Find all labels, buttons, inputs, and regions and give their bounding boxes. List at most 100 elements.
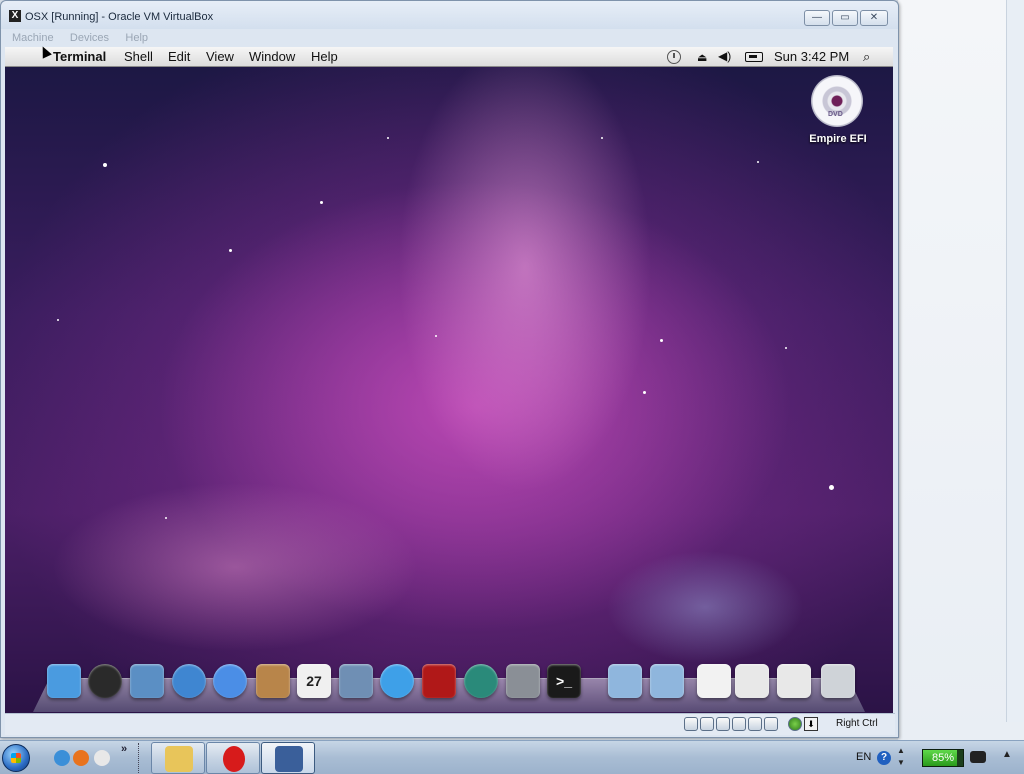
scrollbar[interactable] bbox=[1006, 0, 1024, 722]
dock-icon-glyph bbox=[339, 664, 373, 698]
star bbox=[829, 485, 834, 490]
applications-folder-icon[interactable] bbox=[608, 664, 642, 698]
restore-button[interactable]: ▭ bbox=[832, 10, 858, 26]
menu-active-app[interactable]: Terminal bbox=[53, 49, 106, 64]
menubar-clock[interactable]: Sun 3:42 PM bbox=[774, 49, 849, 64]
virtualization-icon[interactable] bbox=[764, 717, 778, 731]
optical-drive-icon[interactable] bbox=[700, 717, 714, 731]
start-button[interactable] bbox=[0, 741, 30, 774]
trash-icon[interactable] bbox=[821, 664, 855, 698]
windows-logo-icon bbox=[2, 744, 30, 772]
dock-icon-glyph: 27 bbox=[306, 673, 322, 689]
statusbar-spacer bbox=[780, 717, 786, 731]
menu-devices[interactable]: Devices bbox=[70, 30, 109, 46]
dock-icon-glyph bbox=[422, 664, 456, 698]
quick-launch-more-button[interactable]: » bbox=[121, 743, 127, 755]
star bbox=[601, 137, 603, 139]
eject-icon[interactable]: ⏏ bbox=[697, 51, 707, 64]
menu-view[interactable]: View bbox=[206, 49, 234, 64]
menu-shell[interactable]: Shell bbox=[124, 49, 153, 64]
window-titlebar[interactable]: X OSX [Running] - Oracle VM VirtualBox —… bbox=[1, 1, 898, 29]
firefox-icon[interactable] bbox=[73, 750, 89, 766]
time-machine-icon[interactable] bbox=[464, 664, 498, 698]
dvd-icon[interactable] bbox=[811, 75, 863, 127]
screenshot-icon[interactable] bbox=[735, 664, 769, 698]
virtualbox-app-icon: X bbox=[9, 10, 21, 22]
minimize-button[interactable]: — bbox=[804, 10, 830, 26]
address-book-icon[interactable] bbox=[256, 664, 290, 698]
dock-icon-glyph bbox=[213, 664, 247, 698]
internet-explorer-icon[interactable] bbox=[54, 750, 70, 766]
window-title: OSX [Running] - Oracle VM VirtualBox bbox=[25, 11, 214, 23]
dashboard-icon[interactable] bbox=[88, 664, 122, 698]
volume-icon[interactable]: ◀) bbox=[718, 49, 731, 63]
dock-icon-glyph bbox=[47, 664, 81, 698]
power-plug-icon[interactable] bbox=[970, 751, 986, 763]
tray-arrows-icon[interactable]: ▲ ▼ bbox=[897, 745, 905, 769]
help-icon[interactable]: ? bbox=[877, 751, 891, 765]
star bbox=[785, 347, 787, 349]
dock-icon-glyph bbox=[380, 664, 414, 698]
dock-icon-glyph bbox=[777, 664, 811, 698]
mouse-integration-icon[interactable] bbox=[788, 717, 802, 731]
terminal-icon[interactable]: >_ bbox=[547, 664, 581, 698]
ichat-icon[interactable] bbox=[213, 664, 247, 698]
time-machine-status-icon[interactable] bbox=[667, 50, 681, 64]
star bbox=[57, 319, 59, 321]
menu-window[interactable]: Window bbox=[249, 49, 295, 64]
star bbox=[103, 163, 107, 167]
menu-machine[interactable]: Machine bbox=[12, 30, 54, 46]
taskbar-button[interactable] bbox=[261, 742, 315, 774]
virtualbox-icon bbox=[275, 746, 303, 772]
itunes-icon[interactable] bbox=[380, 664, 414, 698]
star bbox=[660, 339, 663, 342]
hard-disk-icon[interactable] bbox=[684, 717, 698, 731]
dock-icon-glyph bbox=[608, 664, 642, 698]
language-indicator[interactable]: EN bbox=[856, 751, 871, 763]
safari-icon[interactable] bbox=[172, 664, 206, 698]
osx-menubar: Terminal Shell Edit View Window Help ⏏ ◀… bbox=[5, 47, 893, 67]
screenshot-icon[interactable] bbox=[777, 664, 811, 698]
taskbar-button[interactable] bbox=[206, 742, 260, 774]
star bbox=[643, 391, 646, 394]
vbox-menubar: Machine Devices Help bbox=[5, 30, 895, 46]
star bbox=[229, 249, 232, 252]
battery-icon[interactable] bbox=[745, 52, 763, 62]
battery-meter[interactable]: 85% bbox=[922, 749, 964, 767]
dock-icon-glyph bbox=[256, 664, 290, 698]
spotlight-search-icon[interactable]: ⌕ bbox=[863, 49, 870, 65]
mail-icon[interactable] bbox=[130, 664, 164, 698]
chat-icon[interactable] bbox=[94, 750, 110, 766]
system-preferences-icon[interactable] bbox=[506, 664, 540, 698]
shared-folders-icon[interactable] bbox=[748, 717, 762, 731]
menu-edit[interactable]: Edit bbox=[168, 49, 190, 64]
menu-help-guest[interactable]: Help bbox=[311, 49, 338, 64]
ical-icon[interactable]: 27 bbox=[297, 664, 331, 698]
menu-help[interactable]: Help bbox=[125, 30, 148, 46]
dock-icon-glyph bbox=[130, 664, 164, 698]
star bbox=[757, 161, 759, 163]
dock-icon-glyph bbox=[697, 664, 731, 698]
guest-screen[interactable]: Terminal Shell Edit View Window Help ⏏ ◀… bbox=[5, 47, 893, 713]
close-button[interactable]: ✕ bbox=[860, 10, 888, 26]
iphoto-icon[interactable] bbox=[339, 664, 373, 698]
dock-icon-glyph bbox=[172, 664, 206, 698]
dock-icon-glyph: >_ bbox=[556, 673, 572, 689]
dock-icon-glyph bbox=[821, 664, 855, 698]
finder-icon[interactable] bbox=[47, 664, 81, 698]
documents-folder-icon[interactable] bbox=[650, 664, 684, 698]
taskbar-separator bbox=[138, 743, 142, 773]
star bbox=[387, 137, 389, 139]
vbox-statusbar: ⬇ Right Ctrl bbox=[5, 713, 895, 735]
host-key-arrow-icon[interactable]: ⬇ bbox=[804, 717, 818, 731]
virtualbox-window: X OSX [Running] - Oracle VM VirtualBox —… bbox=[0, 0, 899, 738]
network-icon[interactable] bbox=[732, 717, 746, 731]
windows-taskbar: » EN ? ▲ ▼ 85% ▲ bbox=[0, 740, 1024, 774]
downloads-stack-icon[interactable] bbox=[697, 664, 731, 698]
desktop-volume-label[interactable]: Empire EFI bbox=[802, 133, 874, 145]
front-row-icon[interactable] bbox=[422, 664, 456, 698]
battery-percent: 85% bbox=[931, 752, 955, 764]
show-hidden-icons-button[interactable]: ▲ bbox=[1002, 749, 1012, 760]
usb-icon[interactable] bbox=[716, 717, 730, 731]
taskbar-button[interactable] bbox=[151, 742, 205, 774]
